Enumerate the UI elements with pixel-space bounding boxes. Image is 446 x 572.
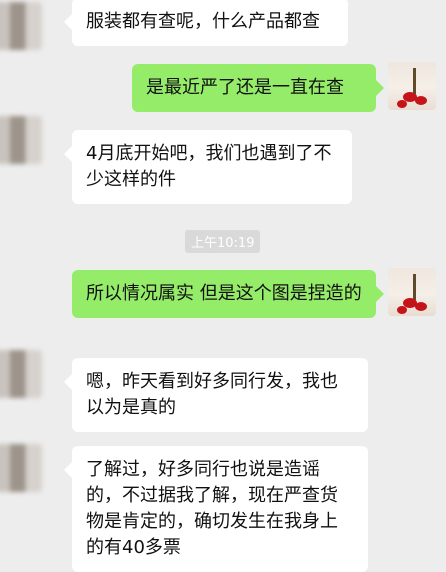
contact-avatar[interactable] — [0, 444, 42, 492]
incoming-message-bubble: 嗯，昨天看到好多同行发，我也以为是真的 — [64, 358, 368, 432]
incoming-message-bubble: 4月底开始吧，我们也遇到了不少这样的件 — [64, 130, 352, 204]
outgoing-message-bubble: 是最近严了还是一直在查 — [132, 64, 384, 112]
contact-avatar[interactable] — [0, 116, 42, 164]
timestamp: 上午10:19 — [185, 230, 261, 253]
contact-avatar[interactable] — [0, 350, 42, 398]
user-avatar[interactable] — [388, 268, 436, 316]
user-avatar[interactable] — [388, 62, 436, 110]
contact-avatar[interactable] — [0, 2, 42, 50]
incoming-message-bubble: 服装都有查呢，什么产品都查 — [64, 0, 348, 46]
incoming-message-bubble: 了解过，好多同行也说是造谣的，不过据我了解，现在严查货物是肯定的，确切发生在我身… — [64, 446, 368, 572]
outgoing-message-bubble: 所以情况属实 但是这个图是捏造的 — [72, 270, 384, 318]
